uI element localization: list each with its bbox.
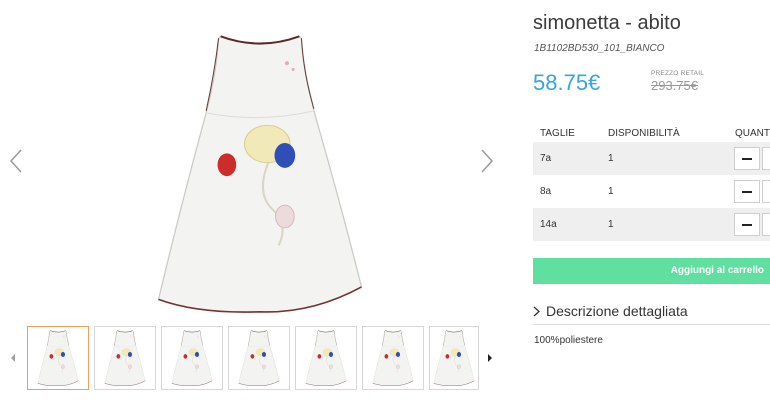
chevron-right-icon [533,306,540,316]
minus-icon [742,223,752,226]
minus-icon [742,190,752,193]
size-table: TAGLIE DISPONIBILITÀ QUANTITÀ 7a 1 8a 1 … [533,122,770,241]
product-thumbnail[interactable] [94,326,156,390]
size-cell: 7a [540,153,552,164]
caret-right-icon[interactable] [485,352,495,364]
caret-left-icon[interactable] [8,352,18,364]
product-thumbnail[interactable] [362,326,424,390]
product-price: 58.75€ [533,70,601,95]
table-row: 14a 1 [533,208,770,241]
product-thumbnail[interactable] [27,326,89,390]
product-gallery [0,0,505,417]
divider [533,324,770,325]
header-size: TAGLIE [540,128,575,139]
quantity-input[interactable] [762,147,770,170]
product-info-panel: simonetta - abito 1B1102BD530_101_BIANCO… [533,0,770,417]
table-row: 7a 1 [533,142,770,175]
quantity-decrease-button[interactable] [734,180,760,203]
composition-text: 100%poliestere [534,335,603,346]
minus-icon [742,157,752,160]
size-cell: 8a [540,186,552,197]
availability-cell: 1 [608,153,614,164]
product-thumbnail[interactable] [228,326,290,390]
product-title: simonetta - abito [533,12,681,34]
product-thumbnail[interactable] [295,326,357,390]
description-toggle[interactable]: Descrizione dettagliata [533,301,688,321]
chevron-right-icon[interactable] [477,148,497,174]
product-thumbnail[interactable] [161,326,223,390]
quantity-input[interactable] [762,180,770,203]
header-availability: DISPONIBILITÀ [608,128,680,139]
size-table-header: TAGLIE DISPONIBILITÀ QUANTITÀ [533,122,770,142]
quantity-input[interactable] [762,213,770,236]
retail-price-label: PREZZO RETAIL [651,70,705,77]
availability-cell: 1 [608,219,614,230]
product-code: 1B1102BD530_101_BIANCO [534,43,665,54]
availability-cell: 1 [608,186,614,197]
product-thumbnail[interactable] [429,326,479,390]
size-cell: 14a [540,219,557,230]
retail-price: 293.75€ [651,78,698,93]
quantity-decrease-button[interactable] [734,213,760,236]
add-to-cart-button[interactable]: Aggiungi al carrello [533,258,770,284]
quantity-decrease-button[interactable] [734,147,760,170]
description-label: Descrizione dettagliata [546,303,688,319]
table-row: 8a 1 [533,175,770,208]
header-quantity: QUANTITÀ [735,128,770,139]
product-main-image [140,28,380,318]
thumbnail-strip [0,326,505,392]
chevron-left-icon[interactable] [6,148,26,174]
